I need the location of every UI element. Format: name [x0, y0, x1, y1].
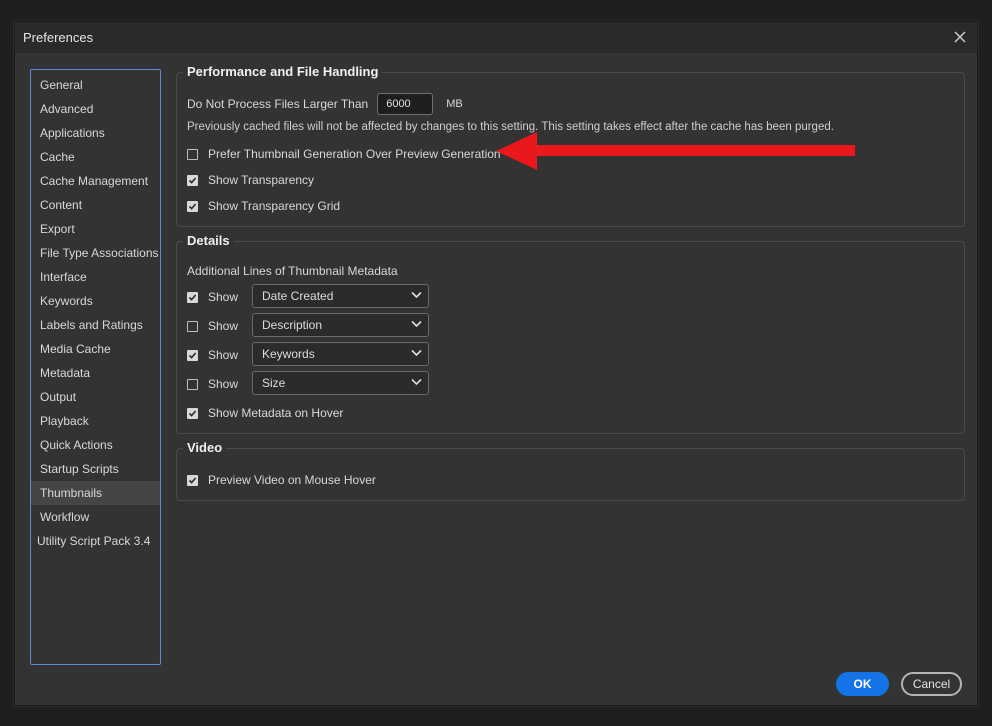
annotation-arrow-icon [496, 132, 855, 170]
